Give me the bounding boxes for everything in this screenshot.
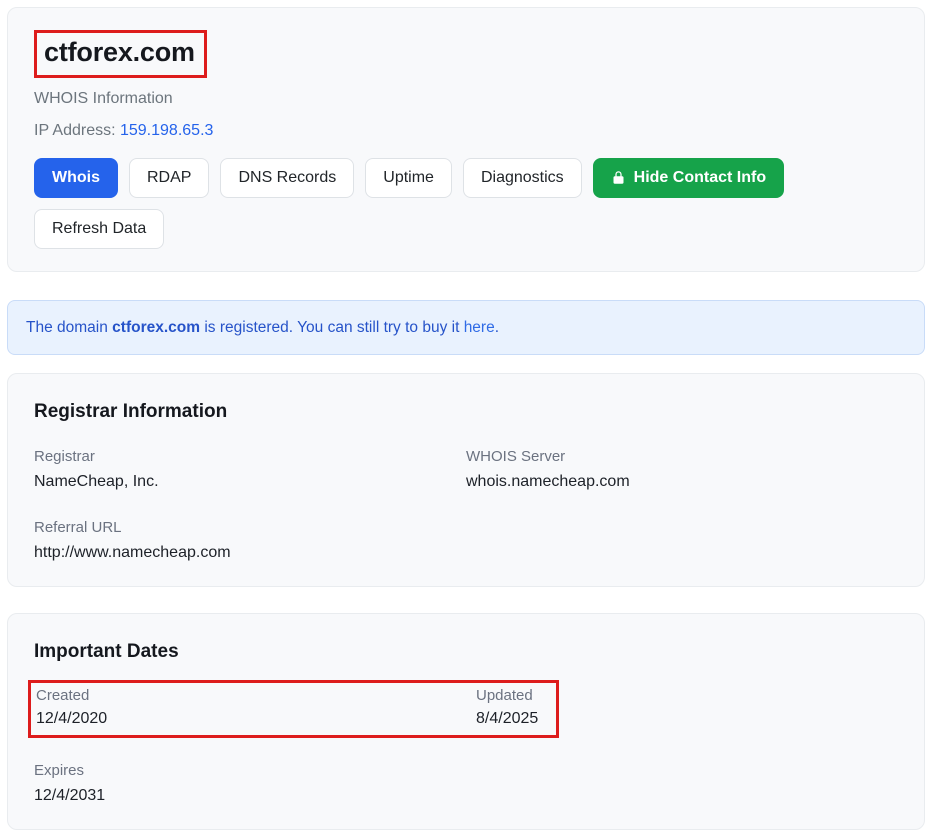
lock-icon xyxy=(611,170,626,185)
registrar-card-title: Registrar Information xyxy=(34,400,898,424)
tab-rdap[interactable]: RDAP xyxy=(129,158,209,198)
dates-card-title: Important Dates xyxy=(34,640,898,664)
banner-text-prefix: The domain xyxy=(26,319,112,336)
hide-contact-info-label: Hide Contact Info xyxy=(634,168,766,188)
expires-value: 12/4/2031 xyxy=(34,784,898,807)
created-value: 12/4/2020 xyxy=(36,708,476,730)
expires-field: Expires 12/4/2031 xyxy=(34,760,898,807)
domain-title: ctforex.com xyxy=(44,36,195,70)
referral-url-label: Referral URL xyxy=(34,517,466,538)
tab-button-row: Whois RDAP DNS Records Uptime Diagnostic… xyxy=(34,158,898,198)
domain-header-card: ctforex.com WHOIS Information IP Address… xyxy=(7,7,925,272)
whois-server-value: whois.namecheap.com xyxy=(466,470,898,493)
tab-whois[interactable]: Whois xyxy=(34,158,118,198)
registered-banner: The domain ctforex.com is registered. Yo… xyxy=(7,300,925,355)
referral-url-link[interactable]: http://www.namecheap.com xyxy=(34,541,231,564)
referral-url-field: Referral URL http://www.namecheap.com xyxy=(34,517,466,564)
tab-diagnostics[interactable]: Diagnostics xyxy=(463,158,582,198)
created-field: Created 12/4/2020 xyxy=(36,686,476,730)
ip-address-link[interactable]: 159.198.65.3 xyxy=(120,122,213,139)
updated-field: Updated 8/4/2025 xyxy=(476,686,550,730)
banner-text-middle: is registered. You can still try to buy … xyxy=(200,319,464,336)
ip-address-label: IP Address: xyxy=(34,122,120,139)
refresh-data-button[interactable]: Refresh Data xyxy=(34,209,164,249)
registrar-info-card: Registrar Information Registrar NameChea… xyxy=(7,373,925,587)
annotation-box-domain: ctforex.com xyxy=(34,30,207,78)
registrar-value: NameCheap, Inc. xyxy=(34,470,466,493)
whois-server-label: WHOIS Server xyxy=(466,446,898,467)
ip-address-line: IP Address: 159.198.65.3 xyxy=(34,120,898,142)
banner-domain: ctforex.com xyxy=(112,319,200,336)
expires-label: Expires xyxy=(34,760,898,781)
tab-uptime[interactable]: Uptime xyxy=(365,158,452,198)
whois-page: ctforex.com WHOIS Information IP Address… xyxy=(0,0,932,837)
updated-label: Updated xyxy=(476,686,550,706)
whois-server-field: WHOIS Server whois.namecheap.com xyxy=(466,446,898,493)
buy-here-link[interactable]: here xyxy=(464,319,495,336)
banner-text-suffix: . xyxy=(495,319,499,336)
registrar-label: Registrar xyxy=(34,446,466,467)
refresh-button-row: Refresh Data xyxy=(34,209,898,249)
updated-value: 8/4/2025 xyxy=(476,708,550,730)
page-subtitle: WHOIS Information xyxy=(34,88,898,110)
registrar-field: Registrar NameCheap, Inc. xyxy=(34,446,466,493)
annotation-box-dates: Created 12/4/2020 Updated 8/4/2025 xyxy=(28,680,559,738)
created-label: Created xyxy=(36,686,476,706)
tab-dns-records[interactable]: DNS Records xyxy=(220,158,354,198)
registrar-fields-grid: Registrar NameCheap, Inc. WHOIS Server w… xyxy=(34,446,898,564)
important-dates-card: Important Dates Created 12/4/2020 Update… xyxy=(7,613,925,830)
hide-contact-info-button[interactable]: Hide Contact Info xyxy=(593,158,784,198)
